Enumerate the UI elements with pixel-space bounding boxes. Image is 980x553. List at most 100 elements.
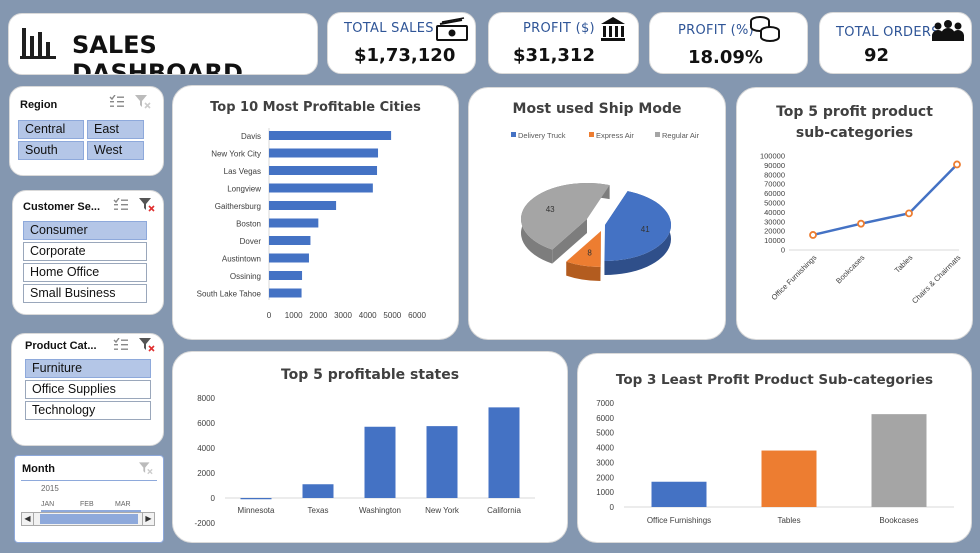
slicer-controls (109, 95, 151, 109)
tick-label: 8000 (197, 394, 215, 403)
tick-label: 0 (267, 311, 272, 320)
tick-label: Las Vegas (224, 167, 261, 176)
tick-label: 4000 (359, 311, 377, 320)
ship-mode-chart-card: Most used Ship Mode Delivery Truck Expres… (468, 87, 726, 340)
tick-label: 2000 (596, 473, 614, 482)
tick-label: Office Furnishings (769, 253, 818, 302)
tick-label: South Lake Tahoe (197, 290, 262, 299)
scroll-left-icon[interactable]: ◀ (22, 513, 34, 525)
tick-label: 60000 (764, 189, 785, 198)
states-chart-card: Top 5 profitable states -2000 0 2000 4000 60… (172, 351, 568, 543)
slicer-item-west[interactable]: West (87, 141, 144, 160)
data-point (953, 160, 961, 169)
bar (269, 201, 337, 210)
bar (651, 481, 707, 507)
legend-label: Delivery Truck (518, 131, 566, 140)
slicer-item-small-business[interactable]: Small Business (23, 284, 147, 303)
tick-label: 100000 (760, 152, 785, 161)
cities-bar-chart: Davis New York City Las Vegas Longview Gaith… (197, 128, 426, 320)
tick-label: New York (425, 506, 460, 515)
multi-select-icon[interactable] (113, 338, 129, 352)
slicer-item-corporate[interactable]: Corporate (23, 242, 147, 261)
clear-filter-icon[interactable] (139, 338, 155, 352)
title-card: SALES DASHBOARD (8, 13, 318, 75)
people-icon (932, 20, 964, 41)
kpi-label: TOTAL SALES (344, 21, 434, 36)
tick-label: 5000 (383, 311, 401, 320)
tick-label: 1000 (596, 488, 614, 497)
slicer-title: Month (22, 463, 55, 475)
tick-label: 6000 (596, 414, 614, 423)
tick-label: Chairs & Chairmats (910, 253, 963, 306)
product-category-slicer: Product Cat... Furniture Office Supplies… (11, 333, 164, 446)
timeline-scrollbar[interactable]: ◀ ▶ (21, 512, 155, 526)
kpi-profit-percent: PROFIT (%) 18.09% (649, 12, 808, 74)
data-point (857, 219, 865, 228)
slicer-title: Product Cat... (25, 340, 97, 352)
kpi-value: $1,73,120 (354, 45, 456, 66)
slicer-item-consumer[interactable]: Consumer (23, 221, 147, 240)
tick-label: 0 (211, 494, 216, 503)
scroll-thumb[interactable] (40, 514, 138, 524)
tick-label: California (487, 506, 521, 515)
data-point (905, 209, 913, 218)
cities-chart-card: Top 10 Most Profitable Cities Davis New Y… (172, 85, 459, 340)
slicer-title: Region (20, 99, 58, 111)
tick-label: Gaithersburg (215, 202, 261, 211)
bank-icon (601, 17, 625, 41)
legend-label: Regular Air (662, 131, 700, 140)
tick-label: 7000 (596, 399, 614, 408)
clear-filter-icon[interactable] (139, 198, 155, 212)
bar (269, 148, 379, 158)
tick-label: 4000 (197, 444, 215, 453)
timeline-month-mar: MAR (115, 501, 131, 508)
least-profit-column-chart: 0 1000 2000 3000 4000 5000 6000 7000 Office Furn… (596, 399, 954, 525)
tick-label: 0 (610, 503, 615, 512)
bar (269, 166, 378, 175)
tick-label: -2000 (195, 519, 216, 528)
multi-select-icon[interactable] (109, 95, 125, 109)
tick-label: 80000 (764, 170, 785, 179)
tick-label: 2000 (197, 469, 215, 478)
clear-filter-icon[interactable] (139, 462, 153, 475)
subcategories-line-chart: 0100002000030000400005000060000700008000… (760, 152, 963, 306)
slicer-item-central[interactable]: Central (18, 120, 84, 139)
bar (269, 253, 309, 263)
tick-label: 2000 (309, 311, 327, 320)
slicer-item-east[interactable]: East (87, 120, 144, 139)
bar (269, 183, 373, 193)
bar (488, 407, 520, 498)
timeline-divider (21, 480, 157, 481)
tick-label: 5000 (596, 429, 614, 438)
tick-label: 50000 (764, 199, 785, 208)
kpi-label: TOTAL ORDERS (836, 25, 940, 40)
data-point (809, 231, 817, 239)
legend-swatch (655, 132, 660, 137)
tick-label: New York City (211, 150, 261, 159)
tick-label: 3000 (596, 458, 614, 467)
region-slicer: Region Central East South West (9, 86, 164, 176)
tick-label: Ossining (230, 272, 261, 281)
data-label: 41 (641, 225, 650, 234)
tick-label: 40000 (764, 208, 785, 217)
slicer-item-office-supplies[interactable]: Office Supplies (25, 380, 151, 399)
tick-label: Davis (241, 132, 261, 141)
tick-label: Tables (893, 253, 915, 275)
series-line (812, 163, 958, 237)
timeline-month-jan: JAN (41, 501, 55, 508)
slicer-item-technology[interactable]: Technology (25, 401, 151, 420)
kpi-value: $31,312 (513, 45, 595, 66)
timeline-month-feb: FEB (80, 501, 94, 508)
multi-select-icon[interactable] (113, 198, 129, 212)
slicer-item-home-office[interactable]: Home Office (23, 263, 147, 282)
clear-filter-icon[interactable] (135, 95, 151, 109)
bar (871, 414, 927, 507)
data-label: 8 (587, 248, 592, 257)
tick-label: Minnesota (238, 506, 275, 515)
scroll-right-icon[interactable]: ▶ (142, 513, 154, 525)
tick-label: Tables (777, 516, 800, 525)
customer-segment-slicer: Customer Se... Consumer Corporate Home O… (12, 190, 164, 315)
tick-label: 30000 (764, 217, 785, 226)
slicer-item-south[interactable]: South (18, 141, 84, 160)
slicer-item-furniture[interactable]: Furniture (25, 359, 151, 378)
